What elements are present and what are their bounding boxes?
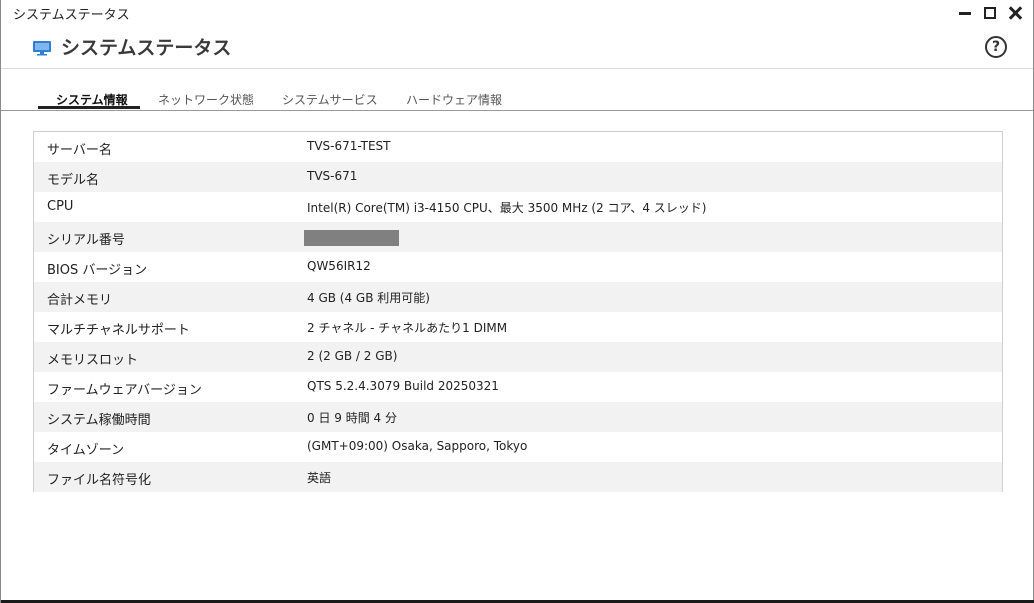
table-row: ファームウェアバージョン QTS 5.2.4.3079 Build 202503… bbox=[34, 372, 1002, 402]
row-label: メモリスロット bbox=[47, 353, 139, 368]
row-label: マルチチャネルサポート bbox=[47, 323, 190, 338]
table-row: ファイル名符号化 英語 bbox=[34, 462, 1002, 492]
tab-bar: システム情報 ネットワーク状態 システムサービス ハードウェア情報 bbox=[1, 86, 1033, 111]
row-value: 2 チャネル - チャネルあたり1 DIMM bbox=[307, 321, 508, 335]
row-value: 0 日 9 時間 4 分 bbox=[307, 411, 397, 425]
row-value: 4 GB (4 GB 利用可能) bbox=[307, 291, 430, 305]
row-label: シリアル番号 bbox=[47, 233, 125, 248]
minimize-icon[interactable] bbox=[957, 5, 973, 21]
row-label: 合計メモリ bbox=[47, 293, 113, 308]
table-row: メモリスロット 2 (2 GB / 2 GB) bbox=[34, 342, 1002, 372]
row-label: BIOS バージョン bbox=[47, 263, 148, 278]
table-row: 合計メモリ 4 GB (4 GB 利用可能) bbox=[34, 282, 1002, 312]
window-title-bar[interactable]: システムステータス bbox=[1, 0, 1033, 26]
table-row: システム稼働時間 0 日 9 時間 4 分 bbox=[34, 402, 1002, 432]
system-status-window: システムステータス システムステータス ? システム情報 ネットワーク状態 シス… bbox=[0, 0, 1034, 603]
tab-hardware-info[interactable]: ハードウェア情報 bbox=[406, 91, 502, 108]
row-label: タイムゾーン bbox=[47, 443, 125, 458]
row-label: CPU bbox=[47, 199, 74, 214]
close-icon[interactable] bbox=[1007, 5, 1023, 21]
table-row: サーバー名 TVS-671-TEST bbox=[34, 132, 1002, 162]
monitor-icon bbox=[33, 41, 51, 56]
page-title: システムステータス bbox=[61, 37, 232, 59]
table-row: タイムゾーン (GMT+09:00) Osaka, Sapporo, Tokyo bbox=[34, 432, 1002, 462]
row-label: モデル名 bbox=[47, 173, 100, 188]
table-row: CPU Intel(R) Core(TM) i3-4150 CPU、最大 350… bbox=[34, 192, 1002, 222]
row-value: QW56IR12 bbox=[307, 259, 371, 273]
tab-system-services[interactable]: システムサービス bbox=[282, 91, 378, 108]
row-label: サーバー名 bbox=[47, 143, 112, 158]
row-label: システム稼働時間 bbox=[47, 413, 151, 428]
help-icon[interactable]: ? bbox=[985, 36, 1007, 58]
table-row: シリアル番号 bbox=[34, 222, 1002, 252]
row-label: ファームウェアバージョン bbox=[47, 383, 202, 398]
maximize-icon[interactable] bbox=[982, 5, 998, 21]
row-value: Intel(R) Core(TM) i3-4150 CPU、最大 3500 MH… bbox=[307, 201, 707, 215]
table-row: BIOS バージョン QW56IR12 bbox=[34, 252, 1002, 282]
row-value: 2 (2 GB / 2 GB) bbox=[307, 349, 398, 363]
window-title: システムステータス bbox=[13, 8, 130, 23]
serial-number-redacted bbox=[304, 230, 399, 246]
row-value: (GMT+09:00) Osaka, Sapporo, Tokyo bbox=[307, 439, 528, 453]
row-value: QTS 5.2.4.3079 Build 20250321 bbox=[307, 379, 499, 393]
row-value: TVS-671 bbox=[307, 169, 358, 183]
active-tab-indicator bbox=[38, 106, 140, 109]
row-value: 英語 bbox=[307, 471, 332, 485]
row-value: TVS-671-TEST bbox=[307, 139, 391, 153]
row-label: ファイル名符号化 bbox=[47, 473, 152, 488]
system-info-table: サーバー名 TVS-671-TEST モデル名 TVS-671 CPU Inte… bbox=[33, 131, 1003, 492]
tab-network-status[interactable]: ネットワーク状態 bbox=[158, 91, 254, 108]
app-header: システムステータス ? bbox=[1, 26, 1033, 69]
table-row: モデル名 TVS-671 bbox=[34, 162, 1002, 192]
table-row: マルチチャネルサポート 2 チャネル - チャネルあたり1 DIMM bbox=[34, 312, 1002, 342]
